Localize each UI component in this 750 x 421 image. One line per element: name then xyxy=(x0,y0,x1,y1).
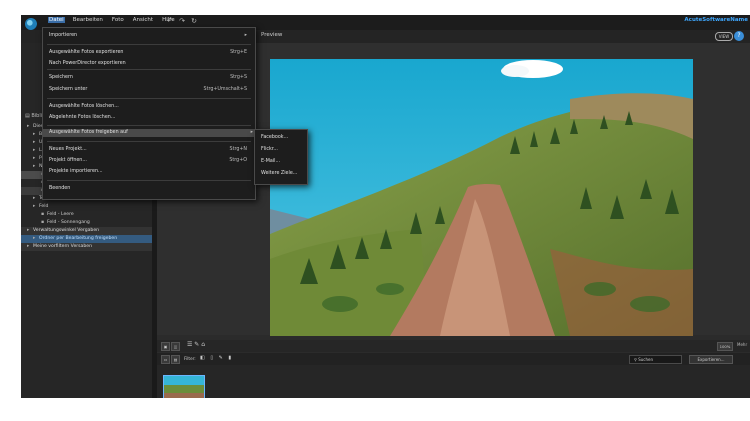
file-menu-item-label: Ausgewählte Fotos freigeben auf xyxy=(49,130,128,135)
menu-items: Datei Bearbeiten Foto Ansicht Hilfe xyxy=(48,17,176,23)
file-menu-item[interactable]: Neues Projekt... Strg+N xyxy=(49,146,249,154)
menu-separator xyxy=(47,98,251,99)
filmstrip xyxy=(157,365,750,398)
file-menu-item[interactable]: Importieren ▸ xyxy=(49,32,249,40)
share-more-item[interactable]: Weitere Ziele... xyxy=(261,171,297,176)
tree-row[interactable]: ▸ Feld xyxy=(21,203,152,211)
brand-name: AcuteSoftwareName xyxy=(684,17,748,23)
menu-file[interactable]: Datei xyxy=(48,17,65,23)
app-window: Datei Bearbeiten Foto Ansicht Hilfe ↶ ↷ … xyxy=(21,15,750,398)
file-menu-item[interactable]: Nach PowerDirector exportieren xyxy=(49,60,249,68)
share-flickr-item[interactable]: Flickr... xyxy=(261,147,278,152)
file-menu-item-label: Projekt öffnen... xyxy=(49,158,87,163)
tree-row[interactable]: ▪ Feld - Sonnengang xyxy=(21,219,152,227)
shortcut-label: Strg+N xyxy=(229,147,247,152)
shortcut-label: Strg+S xyxy=(230,75,247,80)
main-photo xyxy=(270,59,693,336)
filter-icons[interactable]: ◧ ▯ ✎ ▮ xyxy=(200,355,233,361)
file-menu-item-label: Beenden xyxy=(49,186,71,191)
list-view-button[interactable]: ▤ xyxy=(171,355,180,364)
file-menu-item[interactable]: Projekt öffnen... Strg+O xyxy=(49,157,249,165)
view-pill-button[interactable]: VIEW xyxy=(715,32,733,41)
tree-row-label: Verwaltungswinkel Vergaben xyxy=(33,228,100,233)
preview-tab[interactable]: Preview xyxy=(261,32,282,38)
tree-row-label: Feld xyxy=(39,204,49,209)
thumbnail[interactable] xyxy=(163,375,205,398)
tree-row[interactable]: ▸ Meine vorfiltern Versaben xyxy=(21,243,152,251)
tree-row-label: Feld - Leere xyxy=(47,212,74,217)
share-email-item[interactable]: E-Mail... xyxy=(261,159,280,164)
file-menu-item-label: Nach PowerDirector exportieren xyxy=(49,61,126,66)
file-menu-item-label: Importieren xyxy=(49,33,78,38)
filter-label: Filter: xyxy=(184,356,196,361)
file-menu-item[interactable]: Ausgewählte Fotos exportieren Strg+E xyxy=(49,49,249,57)
file-menu-item[interactable]: Projekte importieren... xyxy=(49,168,249,176)
menu-edit[interactable]: Bearbeiten xyxy=(72,17,104,23)
menu-separator xyxy=(47,141,251,142)
menu-separator xyxy=(47,69,251,70)
more-button[interactable]: Mehr xyxy=(737,342,747,347)
grid-view-button[interactable]: ▭ xyxy=(161,355,170,364)
file-menu-item[interactable]: Ausgewählte Fotos freigeben auf ▸ xyxy=(43,129,255,137)
menu-view[interactable]: Ansicht xyxy=(132,17,154,23)
tree-row-label: Feld - Sonnengang xyxy=(47,220,90,225)
tree-row[interactable]: ▪ Feld - Leere xyxy=(21,211,152,219)
file-menu-item[interactable]: Abgelehnte Fotos löschen... xyxy=(49,114,249,122)
single-view-button[interactable]: ▣ xyxy=(161,342,170,351)
tree-row-label: Meine vorfiltern Versaben xyxy=(33,244,93,249)
export-button[interactable]: Exportieren... xyxy=(689,355,733,364)
file-menu-item-label: Abgelehnte Fotos löschen... xyxy=(49,115,116,120)
rating-icons[interactable]: ☰ ✎ ⌂ xyxy=(187,341,205,348)
tree-row[interactable]: ▸ Verwaltungswinkel Vergaben xyxy=(21,227,152,235)
file-menu-item[interactable]: Beenden xyxy=(49,185,249,193)
view-toolbar: ▣ ◫ ☰ ✎ ⌂ 100% Mehr xyxy=(157,340,750,358)
tree-row[interactable]: ▸ Ordner per Bearbeitung freigeben xyxy=(21,235,152,243)
file-menu-item-label: Speichern xyxy=(49,75,73,80)
file-menu-item[interactable]: Ausgewählte Fotos löschen... xyxy=(49,103,249,111)
help-icon[interactable]: ? xyxy=(734,31,744,41)
share-submenu: Facebook... Flickr... E-Mail... Weitere … xyxy=(254,129,308,185)
tree-row-label: Ordner per Bearbeitung freigeben xyxy=(39,236,118,241)
app-logo-icon xyxy=(25,18,37,30)
shortcut-label: Strg+O xyxy=(229,158,247,163)
file-menu-item-label: Speichern unter xyxy=(49,87,88,92)
zoom-dropdown[interactable]: 100% xyxy=(717,342,733,351)
file-menu-dropdown: Importieren ▸ Ausgewählte Fotos exportiere… xyxy=(42,27,256,200)
shortcut-label: Strg+Umschalt+S xyxy=(203,87,247,92)
search-input[interactable]: ⚲ Suchen xyxy=(629,355,682,364)
file-menu-item[interactable]: Speichern Strg+S xyxy=(49,74,249,82)
mountain-trail-photo xyxy=(270,59,693,336)
shortcut-label: ▸ xyxy=(244,33,247,38)
shortcut-label: Strg+E xyxy=(230,50,247,55)
menu-photo[interactable]: Foto xyxy=(111,17,125,23)
file-menu-item-label: Neues Projekt... xyxy=(49,147,87,152)
file-menu-item[interactable]: Speichern unter Strg+Umschalt+S xyxy=(49,86,249,94)
shortcut-label: ▸ xyxy=(250,130,253,135)
file-menu-item-label: Ausgewählte Fotos löschen... xyxy=(49,104,119,109)
compare-view-button[interactable]: ◫ xyxy=(171,342,180,351)
file-menu-item-label: Ausgewählte Fotos exportieren xyxy=(49,50,124,55)
undo-redo-icons[interactable]: ↶ ↷ ↻ xyxy=(167,17,199,25)
filter-bar: ▭ ▤ Filter: ◧ ▯ ✎ ▮ ⚲ Suchen Exportieren… xyxy=(157,353,750,365)
menu-separator xyxy=(47,44,251,45)
share-facebook-item[interactable]: Facebook... xyxy=(261,135,288,140)
menu-separator xyxy=(47,180,251,181)
file-menu-item-label: Projekte importieren... xyxy=(49,169,103,174)
menu-separator xyxy=(47,125,251,126)
